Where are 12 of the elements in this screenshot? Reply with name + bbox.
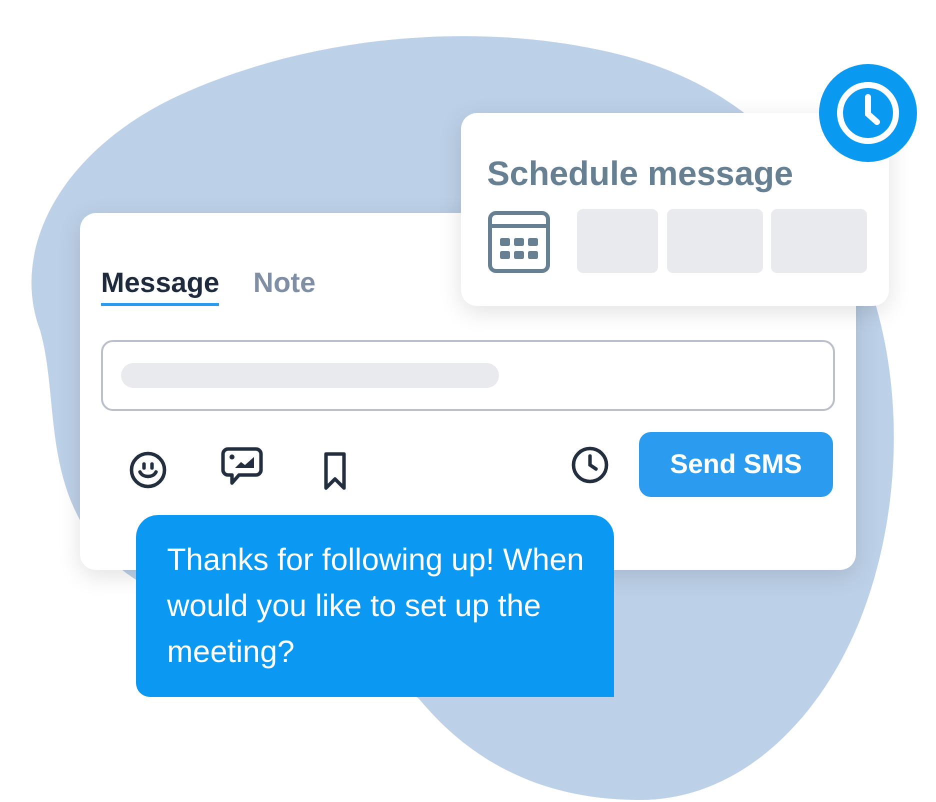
clock-icon bbox=[836, 81, 900, 145]
tab[interactable]: Message bbox=[101, 266, 220, 306]
bookmark-icon[interactable] bbox=[322, 451, 348, 491]
tab[interactable]: Note bbox=[253, 266, 316, 306]
send-button[interactable]: Send SMS bbox=[639, 432, 833, 497]
image-message-icon[interactable] bbox=[221, 446, 263, 486]
clock-icon[interactable] bbox=[571, 446, 609, 484]
calendar-icon[interactable] bbox=[488, 211, 550, 273]
message-bubble: Thanks for following up! When would you like to set up the meeting? bbox=[136, 515, 614, 697]
message-input[interactable] bbox=[101, 340, 835, 411]
smiley-icon[interactable] bbox=[129, 451, 167, 489]
schedule-title: Schedule message bbox=[487, 154, 794, 195]
